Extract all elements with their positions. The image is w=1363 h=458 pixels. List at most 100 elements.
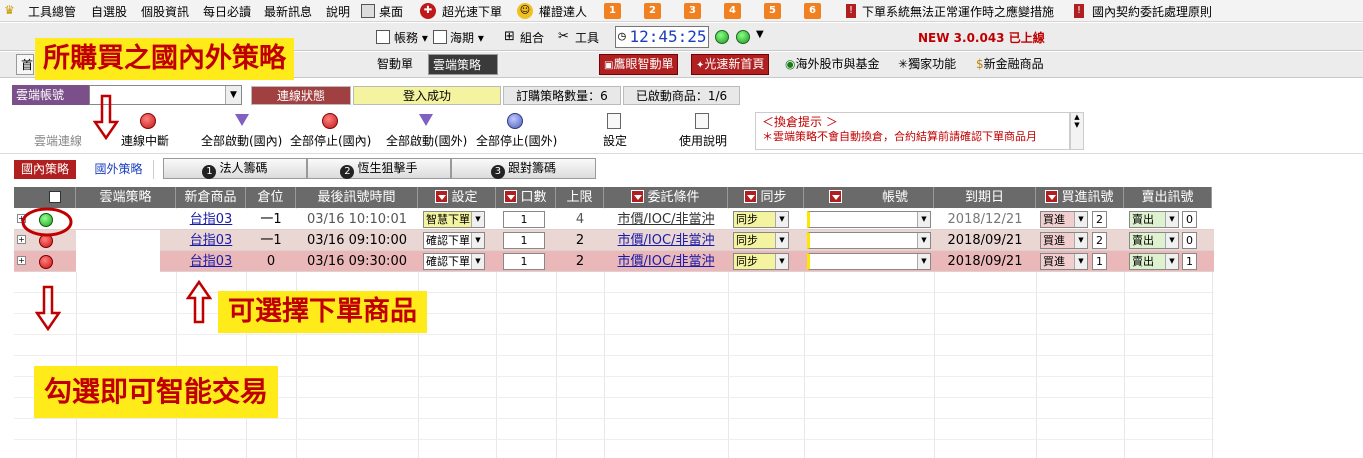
quick-6-button[interactable]: 6	[804, 3, 821, 19]
condition-text[interactable]: 市價/IOC/非當沖	[618, 254, 715, 269]
product-link[interactable]: 台指03	[176, 209, 246, 230]
menu-watchlist[interactable]: 自選股	[91, 3, 127, 20]
sell-signal-count[interactable]: 1	[1182, 253, 1197, 270]
header-sync[interactable]: 同步	[728, 187, 804, 208]
menu-help[interactable]: 說明	[326, 3, 350, 20]
lightspeed-home-button[interactable]: ✦光速新首頁	[691, 54, 770, 75]
product-link[interactable]: 台指03	[176, 230, 246, 251]
table-row[interactable]: + 台指03 一1 03/16 09:10:00 確認下單 ▼ 1 2 市價/IO…	[14, 230, 1214, 251]
sync-select[interactable]: 同步 ▼	[733, 211, 789, 228]
header-setting[interactable]: 設定	[418, 187, 496, 208]
sell-signal-count[interactable]: 0	[1182, 211, 1197, 228]
toolbar-accounting[interactable]: 帳務 ▾	[394, 29, 428, 46]
account-select[interactable]: ▼	[807, 253, 931, 270]
subtab-follow-chips[interactable]: 3 跟對籌碼	[451, 158, 596, 179]
condition-text[interactable]: 市價/IOC/非當沖	[618, 233, 715, 248]
menu-stock-info[interactable]: 個股資訊	[141, 3, 189, 20]
start-all-domestic-button[interactable]: 全部啟動(國內)	[201, 132, 282, 149]
header-product[interactable]: 新倉商品	[176, 187, 246, 208]
new-finance-button[interactable]: $新金融商品	[972, 54, 1048, 75]
setting-select[interactable]: 確認下單 ▼	[423, 253, 485, 270]
qty-input[interactable]: 1	[503, 232, 545, 249]
toolbar-overseas-futures[interactable]: 海期 ▾	[450, 29, 484, 46]
settings-button[interactable]: 設定	[603, 132, 627, 149]
toolbar-tools[interactable]: 工具	[575, 29, 599, 46]
buy-signal-count[interactable]: 2	[1092, 232, 1107, 249]
sync-select[interactable]: 同步 ▼	[733, 253, 789, 270]
quick-4-button[interactable]: 4	[724, 3, 741, 19]
select-all-checkbox[interactable]	[48, 191, 61, 203]
header-last-signal[interactable]: 最後訊號時間	[296, 187, 418, 208]
toolbar-combo[interactable]: 組合	[520, 29, 544, 46]
filter-icon[interactable]	[504, 190, 518, 203]
subtab-institutional[interactable]: 1 法人籌碼	[163, 158, 307, 179]
stop-all-foreign-button[interactable]: 全部停止(國外)	[476, 132, 557, 149]
sell-signal-select[interactable]: 賣出 ▼	[1129, 253, 1179, 270]
header-position[interactable]: 倉位	[246, 187, 296, 208]
product-link-text[interactable]: 台指03	[190, 233, 233, 248]
quick-2-button[interactable]: 2	[644, 3, 661, 19]
filter-icon[interactable]	[631, 190, 645, 203]
cloud-connect-button[interactable]: 雲端連線	[34, 132, 82, 149]
account-select[interactable]: ▼	[807, 232, 931, 249]
expand-icon[interactable]: +	[17, 256, 26, 265]
qty-input[interactable]: 1	[503, 253, 545, 270]
buy-signal-select[interactable]: 買進 ▼	[1040, 211, 1088, 228]
product-link-text[interactable]: 台指03	[190, 254, 233, 269]
status-red-icon[interactable]	[39, 255, 53, 269]
hawkeye-order-button[interactable]: ▣鷹眼智動單	[599, 54, 679, 75]
menu-notice-principles[interactable]: 國內契約委託處理原則	[1092, 3, 1212, 20]
disconnect-button[interactable]: 連線中斷	[121, 132, 169, 149]
header-qty[interactable]: 口數	[496, 187, 556, 208]
tab-smart-order[interactable]: 智動單	[373, 54, 417, 75]
sell-signal-count[interactable]: 0	[1182, 232, 1197, 249]
condition-text[interactable]: 市價/IOC/非當沖	[618, 212, 715, 227]
product-link-text[interactable]: 台指03	[190, 212, 233, 227]
qty-input[interactable]: 1	[503, 211, 545, 228]
quick-3-button[interactable]: 3	[684, 3, 701, 19]
header-condition[interactable]: 委託條件	[604, 187, 728, 208]
header-limit[interactable]: 上限	[556, 187, 604, 208]
sell-signal-select[interactable]: 賣出 ▼	[1129, 211, 1179, 228]
version-notice[interactable]: NEW 3.0.043 已上線	[918, 29, 1045, 46]
filter-icon[interactable]	[435, 190, 449, 203]
dropdown-arrow-icon[interactable]: ▼	[756, 29, 764, 40]
tab-cloud-strategy[interactable]: 雲端策略	[428, 54, 498, 75]
buy-signal-count[interactable]: 1	[1092, 253, 1107, 270]
condition-link[interactable]: 市價/IOC/非當沖	[604, 230, 728, 251]
header-expiry[interactable]: 到期日	[934, 187, 1036, 208]
menu-desktop[interactable]: 桌面	[379, 3, 403, 20]
quick-5-button[interactable]: 5	[764, 3, 781, 19]
start-all-foreign-button[interactable]: 全部啟動(國外)	[386, 132, 467, 149]
tab-foreign-strategy[interactable]: 國外策略	[84, 160, 154, 179]
buy-signal-select[interactable]: 買進 ▼	[1040, 232, 1088, 249]
menu-notice-contingency[interactable]: 下單系統無法正常運作時之應變措施	[862, 3, 1054, 20]
product-link[interactable]: 台指03	[176, 251, 246, 272]
sell-signal-select[interactable]: 賣出 ▼	[1129, 232, 1179, 249]
menu-news[interactable]: 最新訊息	[264, 3, 312, 20]
setting-select[interactable]: 智慧下單 ▼	[423, 211, 485, 228]
header-cloud-strategy[interactable]: 雲端策略	[76, 187, 176, 208]
stop-all-domestic-button[interactable]: 全部停止(國內)	[290, 132, 371, 149]
menu-tools[interactable]: 工具總管	[28, 3, 76, 20]
table-row[interactable]: + 台指03 0 03/16 09:30:00 確認下單 ▼ 1 2 市價/IOC…	[14, 251, 1214, 272]
subtab-hangseng-sniper[interactable]: 2 恆生狙擊手	[307, 158, 451, 179]
header-buy-signal[interactable]: 買進訊號	[1036, 187, 1124, 208]
hint-scrollbar[interactable]: ▲ ▼	[1070, 112, 1084, 150]
condition-link[interactable]: 市價/IOC/非當沖	[604, 251, 728, 272]
filter-icon[interactable]	[828, 190, 842, 203]
buy-signal-select[interactable]: 買進 ▼	[1040, 253, 1088, 270]
filter-icon[interactable]	[1045, 190, 1059, 203]
menu-daily[interactable]: 每日必讀	[203, 3, 251, 20]
header-sell-signal[interactable]: 賣出訊號	[1124, 187, 1212, 208]
sync-select[interactable]: 同步 ▼	[733, 232, 789, 249]
tab-home[interactable]: 首	[16, 54, 34, 75]
filter-icon[interactable]	[744, 190, 758, 203]
manual-button[interactable]: 使用說明	[679, 132, 727, 149]
tab-domestic-strategy[interactable]: 國內策略	[14, 160, 76, 179]
menu-lightspeed-order[interactable]: 超光速下單	[442, 3, 502, 20]
table-row[interactable]: + 台指03 一1 03/16 10:10:01 智慧下單 ▼ 1 4 市價/IO…	[14, 209, 1214, 230]
exclusive-button[interactable]: ✳獨家功能	[894, 54, 960, 75]
account-select[interactable]: ▼	[807, 211, 931, 228]
buy-signal-count[interactable]: 2	[1092, 211, 1107, 228]
